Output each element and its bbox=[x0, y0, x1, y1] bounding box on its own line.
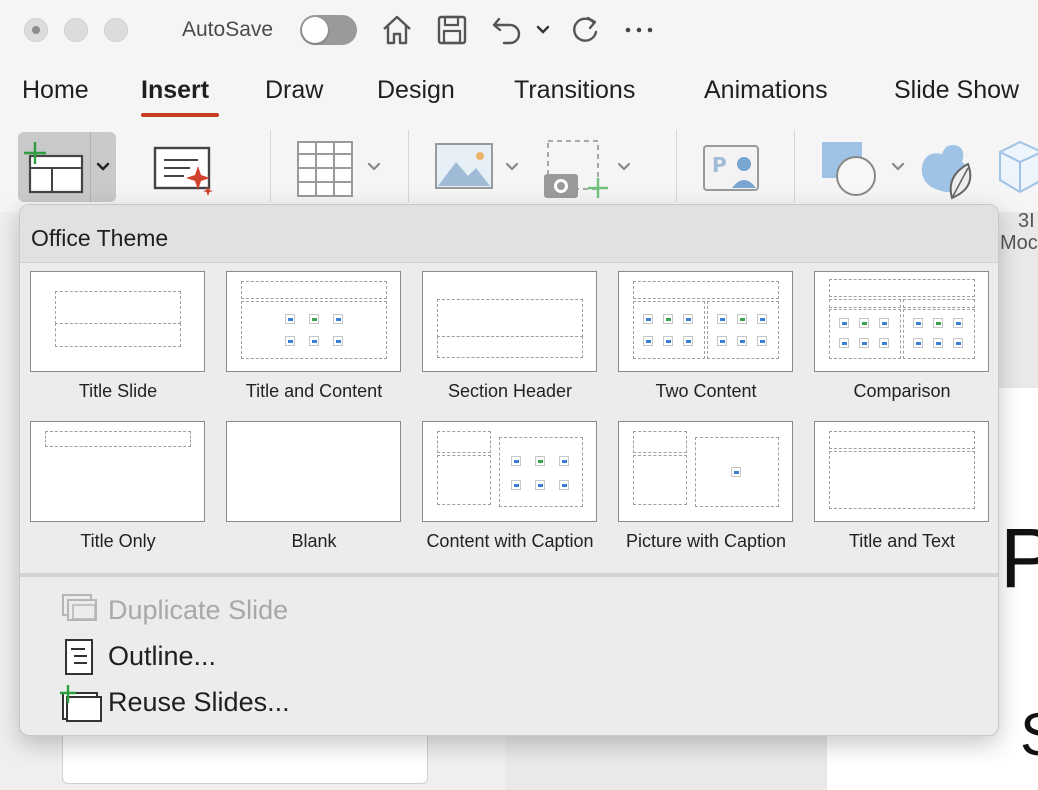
layout-thumbnail bbox=[422, 421, 597, 522]
layout-label: Two Content bbox=[655, 381, 757, 401]
home-icon[interactable] bbox=[380, 13, 414, 47]
toggle-knob bbox=[302, 17, 328, 43]
chevron-down-icon[interactable] bbox=[504, 160, 520, 174]
menu-item-label: Reuse Slides... bbox=[108, 687, 290, 717]
minimize-window-button[interactable] bbox=[64, 18, 88, 42]
new-slide-icon bbox=[24, 142, 84, 194]
layout-label: Picture with Caption bbox=[625, 531, 787, 551]
shapes-icon[interactable] bbox=[818, 138, 884, 198]
layout-two-content[interactable]: Two Content bbox=[608, 271, 804, 411]
reuse-slides-icon bbox=[60, 685, 102, 722]
tab-home[interactable]: Home bbox=[22, 76, 89, 105]
redo-icon[interactable] bbox=[568, 13, 602, 47]
autosave-toggle[interactable] bbox=[300, 15, 357, 45]
layout-thumbnail bbox=[618, 421, 793, 522]
3d-models-label-line1: 3I bbox=[1018, 210, 1035, 232]
new-slide-layout-menu: Office Theme Title Slide Title and Conte… bbox=[19, 204, 999, 736]
tab-insert[interactable]: Insert bbox=[141, 76, 209, 105]
menu-section-header: Office Theme bbox=[20, 205, 998, 263]
table-icon[interactable] bbox=[296, 140, 356, 198]
section-title: Office Theme bbox=[31, 225, 169, 251]
layout-label: Comparison bbox=[853, 381, 951, 401]
layout-section-header[interactable]: Section Header bbox=[412, 271, 608, 411]
ribbon-separator bbox=[408, 130, 409, 202]
layout-title-slide[interactable]: Title Slide bbox=[20, 271, 216, 411]
layout-thumbnail bbox=[422, 271, 597, 372]
reuse-slides-menu-item[interactable]: Reuse Slides... bbox=[60, 683, 360, 723]
3d-models-icon[interactable] bbox=[998, 138, 1038, 198]
svg-text:P: P bbox=[712, 153, 727, 177]
layout-thumbnail bbox=[814, 421, 989, 522]
chevron-down-icon[interactable] bbox=[616, 160, 632, 174]
layout-thumbnail bbox=[226, 421, 401, 522]
layout-thumbnail bbox=[226, 271, 401, 372]
layout-blank[interactable]: Blank bbox=[216, 421, 412, 561]
chevron-down-icon[interactable] bbox=[890, 160, 906, 174]
undo-icon[interactable] bbox=[490, 13, 524, 47]
layout-picture-with-caption[interactable]: Picture with Caption bbox=[608, 421, 804, 561]
ribbon-separator bbox=[270, 130, 271, 202]
chevron-down-icon[interactable] bbox=[94, 160, 112, 174]
icons-icon[interactable] bbox=[916, 140, 980, 200]
tab-slide-show[interactable]: Slide Show bbox=[894, 76, 1019, 105]
tab-design[interactable]: Design bbox=[377, 76, 455, 105]
split-divider bbox=[90, 132, 91, 202]
menu-item-label: Duplicate Slide bbox=[108, 595, 289, 625]
tab-animations[interactable]: Animations bbox=[704, 76, 828, 105]
duplicate-slide-icon bbox=[62, 594, 97, 621]
layout-title-only[interactable]: Title Only bbox=[20, 421, 216, 561]
layout-thumbnail bbox=[30, 271, 205, 372]
tab-draw[interactable]: Draw bbox=[265, 76, 323, 105]
layout-label: Title and Content bbox=[245, 381, 383, 401]
autosave-label: AutoSave bbox=[182, 18, 274, 41]
layout-label: Content with Caption bbox=[426, 531, 594, 551]
new-slide-button[interactable] bbox=[18, 132, 116, 202]
outline-icon bbox=[65, 639, 93, 675]
layout-label: Title Only bbox=[80, 531, 156, 551]
layout-title-and-text[interactable]: Title and Text bbox=[804, 421, 998, 561]
layout-label: Section Header bbox=[447, 381, 573, 401]
active-tab-indicator bbox=[141, 113, 219, 117]
layout-label: Title Slide bbox=[78, 381, 158, 401]
menu-item-label: Outline... bbox=[108, 641, 217, 671]
layout-thumbnail bbox=[814, 271, 989, 372]
save-icon[interactable] bbox=[436, 13, 468, 47]
chevron-down-icon[interactable] bbox=[366, 160, 382, 174]
layout-label: Blank bbox=[291, 531, 337, 551]
slide-thumbnail[interactable] bbox=[62, 730, 428, 784]
slide-text-fragment: P bbox=[1000, 511, 1038, 605]
tab-transitions[interactable]: Transitions bbox=[514, 76, 635, 105]
3d-models-label-line2: Moc bbox=[1000, 232, 1038, 254]
undo-dropdown-chevron-icon[interactable] bbox=[535, 13, 551, 47]
layout-label: Title and Text bbox=[848, 531, 956, 551]
layout-content-with-caption[interactable]: Content with Caption bbox=[412, 421, 608, 561]
ribbon-separator bbox=[676, 130, 677, 202]
slide-text-fragment: S bbox=[1020, 700, 1038, 769]
screenshot-icon[interactable] bbox=[542, 138, 614, 202]
layout-comparison[interactable]: Comparison bbox=[804, 271, 998, 411]
duplicate-slide-menu-item[interactable]: Duplicate Slide bbox=[60, 591, 360, 631]
zoom-window-button[interactable] bbox=[104, 18, 128, 42]
close-window-button[interactable] bbox=[24, 18, 48, 42]
more-icon[interactable] bbox=[624, 13, 654, 47]
layout-thumbnail bbox=[618, 271, 793, 372]
title-bar: AutoSave bbox=[0, 0, 1038, 60]
smartart-slide-icon[interactable] bbox=[152, 140, 218, 200]
photo-album-icon[interactable]: P bbox=[702, 142, 762, 194]
layout-title-and-content[interactable]: Title and Content bbox=[216, 271, 412, 411]
3d-models-label: 3I Moc bbox=[1000, 210, 1038, 254]
pictures-icon[interactable] bbox=[434, 142, 494, 192]
ribbon-separator bbox=[794, 130, 795, 202]
menu-divider bbox=[20, 573, 998, 577]
outline-menu-item[interactable]: Outline... bbox=[60, 637, 360, 677]
layout-thumbnail bbox=[30, 421, 205, 522]
